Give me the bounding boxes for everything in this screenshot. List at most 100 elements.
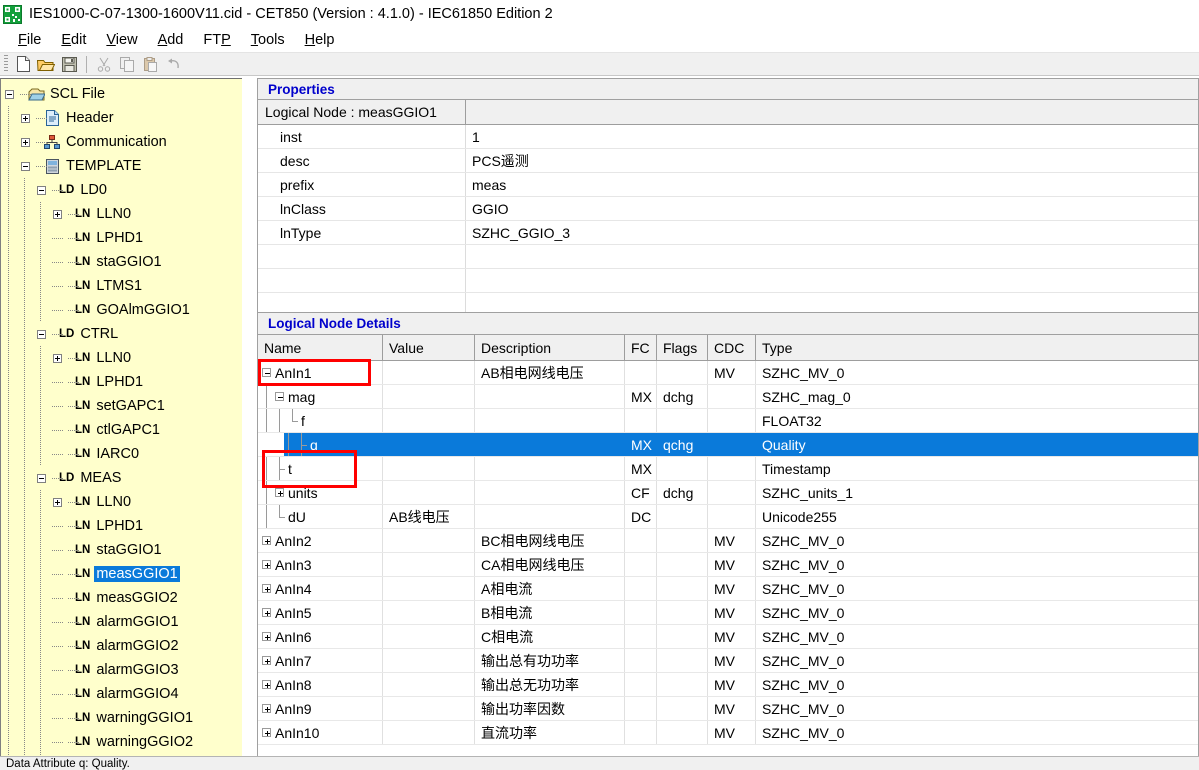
details-name-cell[interactable]: AnIn4: [258, 577, 383, 600]
details-fc-cell[interactable]: MX: [625, 385, 657, 408]
tree-toggle-plus[interactable]: [17, 106, 33, 130]
details-value-cell[interactable]: [383, 697, 475, 720]
details-column-header-description[interactable]: Description: [475, 335, 625, 360]
tree-node-lphd1[interactable]: LN LPHD1: [1, 226, 242, 250]
details-fc-cell[interactable]: [625, 577, 657, 600]
property-value[interactable]: meas: [466, 173, 1198, 196]
details-type-cell[interactable]: SZHC_MV_0: [756, 697, 1198, 720]
tree-node-header[interactable]: Header: [1, 106, 242, 130]
details-flags-cell[interactable]: [657, 577, 708, 600]
details-type-cell[interactable]: SZHC_MV_0: [756, 649, 1198, 672]
tree-toggle-minus[interactable]: [33, 466, 49, 490]
details-cdc-cell[interactable]: MV: [708, 577, 756, 600]
details-column-header-flags[interactable]: Flags: [657, 335, 708, 360]
menu-file[interactable]: File: [8, 30, 51, 50]
details-value-cell[interactable]: [383, 457, 475, 480]
details-fc-cell[interactable]: [625, 649, 657, 672]
details-row[interactable]: AnIn7 输出总有功功率 MV SZHC_MV_0: [258, 649, 1198, 673]
open-file-icon[interactable]: [35, 54, 57, 75]
property-row[interactable]: [258, 293, 1198, 312]
details-value-cell[interactable]: [383, 577, 475, 600]
details-flags-cell[interactable]: [657, 361, 708, 384]
details-fc-cell[interactable]: MX: [625, 457, 657, 480]
details-cdc-cell[interactable]: MV: [708, 697, 756, 720]
save-file-icon[interactable]: [58, 54, 80, 75]
expand-toggle-plus[interactable]: [262, 608, 271, 617]
tree-node-lln0[interactable]: LN LLN0: [1, 202, 242, 226]
details-cdc-cell[interactable]: MV: [708, 649, 756, 672]
details-name-cell[interactable]: units: [258, 481, 383, 504]
details-description-cell[interactable]: 输出总有功功率: [475, 649, 625, 672]
details-cdc-cell[interactable]: [708, 505, 756, 528]
details-value-cell[interactable]: [383, 673, 475, 696]
details-flags-cell[interactable]: qchg: [657, 433, 708, 456]
details-flags-cell[interactable]: [657, 721, 708, 744]
details-name-cell[interactable]: AnIn10: [258, 721, 383, 744]
details-fc-cell[interactable]: [625, 721, 657, 744]
details-column-header-value[interactable]: Value: [383, 335, 475, 360]
details-flags-cell[interactable]: [657, 601, 708, 624]
expand-toggle-plus[interactable]: [262, 728, 271, 737]
tree-node-alarmggio1[interactable]: LN alarmGGIO1: [1, 610, 242, 634]
details-description-cell[interactable]: [475, 481, 625, 504]
property-value[interactable]: [466, 269, 1198, 292]
details-description-cell[interactable]: [475, 433, 625, 456]
tree-toggle-minus[interactable]: [33, 322, 49, 346]
details-row[interactable]: mag MX dchg SZHC_mag_0: [258, 385, 1198, 409]
tree-node-scl-file[interactable]: SCL File: [1, 82, 242, 106]
details-name-cell[interactable]: AnIn7: [258, 649, 383, 672]
tree-toggle-plus[interactable]: [49, 202, 65, 226]
expand-toggle-plus[interactable]: [262, 536, 271, 545]
property-row[interactable]: [258, 269, 1198, 293]
details-row[interactable]: units CF dchg SZHC_units_1: [258, 481, 1198, 505]
menu-tools[interactable]: Tools: [241, 30, 295, 50]
tree-node-communication[interactable]: Communication: [1, 130, 242, 154]
expand-toggle-minus[interactable]: [262, 368, 271, 377]
details-description-cell[interactable]: 输出总无功功率: [475, 673, 625, 696]
tree-toggle-minus[interactable]: [1, 82, 17, 106]
details-cdc-cell[interactable]: [708, 433, 756, 456]
details-type-cell[interactable]: FLOAT32: [756, 409, 1198, 432]
details-value-cell[interactable]: [383, 433, 475, 456]
tree-toggle-plus[interactable]: [49, 346, 65, 370]
menu-add[interactable]: Add: [148, 30, 194, 50]
new-file-icon[interactable]: [12, 54, 34, 75]
details-type-cell[interactable]: SZHC_units_1: [756, 481, 1198, 504]
property-value[interactable]: 1: [466, 125, 1198, 148]
property-value[interactable]: GGIO: [466, 197, 1198, 220]
expand-toggle-plus[interactable]: [262, 704, 271, 713]
details-type-cell[interactable]: SZHC_MV_0: [756, 601, 1198, 624]
tree-node-ld0[interactable]: LD LD0: [1, 178, 242, 202]
details-name-cell[interactable]: f: [258, 409, 383, 432]
tree-node-meas[interactable]: LD MEAS: [1, 466, 242, 490]
details-header-row[interactable]: Name Value Description FC Flags CDC Type: [258, 335, 1198, 361]
details-row[interactable]: AnIn3 CA相电网线电压 MV SZHC_MV_0: [258, 553, 1198, 577]
details-value-cell[interactable]: [383, 721, 475, 744]
details-fc-cell[interactable]: [625, 601, 657, 624]
details-type-cell[interactable]: Unicode255: [756, 505, 1198, 528]
details-description-cell[interactable]: B相电流: [475, 601, 625, 624]
details-description-cell[interactable]: 输出功率因数: [475, 697, 625, 720]
tree-node-ctrl[interactable]: LD CTRL: [1, 322, 242, 346]
details-fc-cell[interactable]: [625, 409, 657, 432]
details-row[interactable]: AnIn5 B相电流 MV SZHC_MV_0: [258, 601, 1198, 625]
details-row[interactable]: dU AB线电压 DC Unicode255: [258, 505, 1198, 529]
details-cdc-cell[interactable]: MV: [708, 625, 756, 648]
tree-node-staggio1[interactable]: LN staGGIO1: [1, 250, 242, 274]
details-fc-cell[interactable]: CF: [625, 481, 657, 504]
toolbar-grip[interactable]: [4, 55, 8, 73]
property-value[interactable]: [466, 245, 1198, 268]
tree-node-warningggio1[interactable]: LN warningGGIO1: [1, 706, 242, 730]
details-value-cell[interactable]: [383, 601, 475, 624]
tree-toggle-plus[interactable]: [49, 490, 65, 514]
details-fc-cell[interactable]: MX: [625, 433, 657, 456]
details-fc-cell[interactable]: [625, 529, 657, 552]
details-name-cell[interactable]: AnIn1: [258, 361, 383, 384]
tree-node-measggio1[interactable]: LN measGGIO1: [1, 562, 242, 586]
details-name-cell[interactable]: AnIn6: [258, 625, 383, 648]
tree-node-lphd1[interactable]: LN LPHD1: [1, 370, 242, 394]
property-row[interactable]: desc PCS遥测: [258, 149, 1198, 173]
property-row[interactable]: prefix meas: [258, 173, 1198, 197]
details-cdc-cell[interactable]: MV: [708, 673, 756, 696]
property-value[interactable]: PCS遥测: [466, 149, 1198, 172]
